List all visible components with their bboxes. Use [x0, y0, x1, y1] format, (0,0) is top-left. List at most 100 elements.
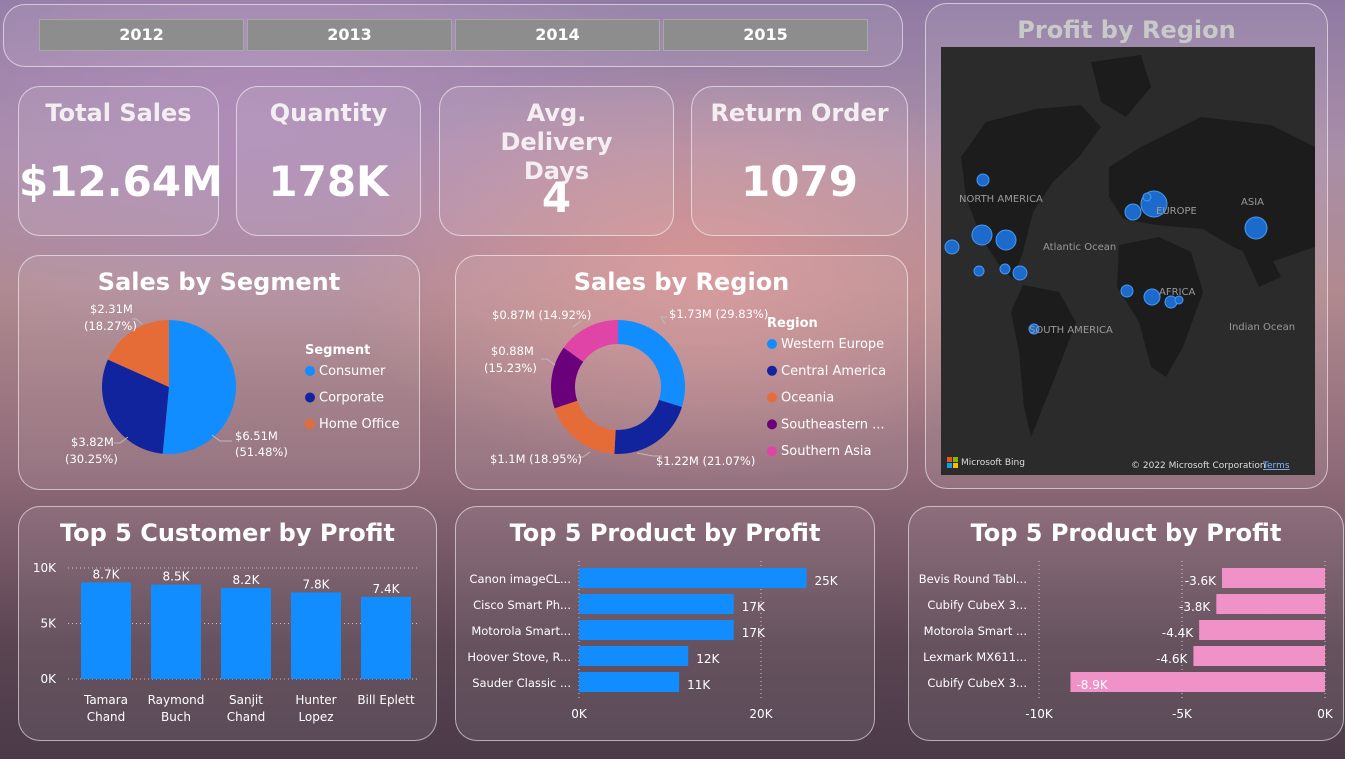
quantity-card: Quantity 178K: [236, 86, 421, 236]
bing-logo: [947, 457, 958, 468]
map-label-indian-ocean: Indian Ocean: [1229, 322, 1295, 333]
segment-label-home-office-pct: (18.27%): [84, 319, 137, 333]
bar-cubify-cubex-3[interactable]: [1216, 594, 1325, 614]
quantity-value: 178K: [268, 157, 389, 206]
bar-tamara-chand[interactable]: [81, 582, 131, 679]
x-tick-label: Raymond: [148, 693, 205, 707]
segment-pie: [101, 320, 237, 454]
y-tick-label: 0K: [40, 672, 57, 686]
total-sales-value: $12.64M: [19, 157, 223, 206]
bar-value-label: 8.2K: [233, 573, 261, 587]
legend-item-oceania[interactable]: Oceania: [781, 391, 834, 406]
x-tick-label: 20K: [749, 707, 773, 721]
slice-consumer[interactable]: [162, 320, 237, 454]
y-tick-label: Sauder Classic ...: [472, 676, 571, 690]
bar-cisco-smart-ph[interactable]: [579, 594, 734, 614]
region-label-1: $1.22M (21.07%): [656, 454, 755, 468]
region-label-0: $1.73M (29.83%): [669, 307, 768, 321]
bar-value-label: 25K: [815, 574, 839, 588]
segment-legend-title: Segment: [305, 343, 370, 358]
bar-motorola-smart[interactable]: [579, 620, 734, 640]
x-tick-label: 0K: [571, 707, 588, 721]
map-label-atlantic: Atlantic Ocean: [1043, 242, 1116, 253]
quantity-title: Quantity: [269, 99, 388, 127]
y-tick-label: Motorola Smart ...: [924, 624, 1027, 638]
bottom-product-chart: -10K -5K 0K Bevis Round Tabl... -3.6K Cubify …: [919, 561, 1334, 721]
y-tick-label: Bevis Round Tabl...: [919, 572, 1027, 586]
bar-hoover-stove-r[interactable]: [579, 646, 689, 666]
return-order-value: 1079: [741, 157, 858, 206]
x-tick-label: Lopez: [298, 710, 333, 724]
segment-label-corporate-value: $3.82M: [71, 435, 114, 449]
legend-item-corporate[interactable]: Corporate: [319, 391, 384, 406]
year-2015-button[interactable]: 2015: [663, 19, 868, 51]
year-2012-button[interactable]: 2012: [39, 19, 244, 51]
year-2013-button[interactable]: 2013: [247, 19, 452, 51]
bar-hunter-lopez[interactable]: [291, 592, 341, 679]
profit-map[interactable]: NORTH AMERICA EUROPE ASIA Atlantic Ocean…: [941, 47, 1315, 475]
bar-value-label: 17K: [742, 600, 766, 614]
bar-value-label: -8.9K: [1076, 678, 1108, 692]
legend-marker-western-europe: [767, 339, 777, 349]
bar-bevis-round-tabl[interactable]: [1222, 568, 1325, 588]
x-tick-label: Buch: [161, 710, 191, 724]
region-donut: [551, 320, 685, 454]
bar-value-label: -4.4K: [1162, 626, 1194, 640]
map-copyright: © 2022 Microsoft Corporation: [1131, 461, 1266, 471]
region-legend: Western Europe Central America Oceania Sout…: [767, 337, 886, 459]
slice-central-america[interactable]: [614, 399, 682, 454]
legend-item-southeastern[interactable]: Southeastern ...: [781, 417, 885, 432]
top-product-chart: 0K 20K Canon imageCL... 25K Cisco Smart Ph..…: [467, 561, 839, 721]
year-2014-button[interactable]: 2014: [455, 19, 660, 51]
bar-bill-eplett[interactable]: [361, 596, 411, 679]
map-label-europe: EUROPE: [1156, 206, 1197, 217]
bar-value-label: 7.8K: [303, 577, 331, 591]
y-tick-label: Canon imageCL...: [469, 572, 571, 586]
slice-oceania[interactable]: [554, 400, 616, 454]
legend-item-western-europe[interactable]: Western Europe: [781, 337, 884, 352]
legend-marker-southern-asia: [767, 446, 777, 457]
legend-item-consumer[interactable]: Consumer: [319, 364, 386, 379]
bar-sauder-classic[interactable]: [579, 672, 680, 692]
legend-marker-home-office: [305, 419, 315, 429]
bar-value-label: 11K: [687, 678, 711, 692]
bar-canon-imagecl[interactable]: [579, 568, 807, 588]
region-label-3: $0.88M: [491, 344, 534, 358]
y-tick-label: 10K: [33, 561, 57, 575]
total-sales-card: Total Sales $12.64M: [18, 86, 223, 236]
y-tick-label: Cisco Smart Ph...: [473, 598, 571, 612]
region-label-3-pct: (15.23%): [484, 361, 537, 375]
world-map-graphic: NORTH AMERICA EUROPE ASIA Atlantic Ocean…: [944, 55, 1315, 471]
bar-value-label: 12K: [696, 652, 720, 666]
bar-sanjit-chand[interactable]: [221, 587, 271, 679]
legend-item-southern-asia[interactable]: Southern Asia: [781, 444, 872, 459]
x-tick-label: Tamara: [83, 693, 128, 707]
legend-item-home-office[interactable]: Home Office: [319, 417, 399, 432]
segment-legend: Consumer Corporate Home Office: [305, 364, 399, 432]
bar-value-label: -3.8K: [1179, 600, 1211, 614]
map-terms-link[interactable]: Terms: [1262, 461, 1290, 471]
sales-by-region-chart: $1.73M (29.83%) $1.22M (21.07%) $1.1M (1…: [484, 307, 886, 468]
bar-motorola-smart[interactable]: [1199, 620, 1325, 640]
slice-western-europe[interactable]: [618, 320, 685, 408]
x-tick-label: Chand: [87, 710, 126, 724]
legend-marker-oceania: [767, 392, 777, 403]
legend-marker-consumer: [305, 366, 315, 376]
segment-label-corporate-pct: (30.25%): [65, 452, 118, 466]
bar-cubify-cubex-3[interactable]: [1070, 672, 1325, 692]
bar-raymond-buch[interactable]: [151, 584, 201, 679]
bar-value-label: 17K: [742, 626, 766, 640]
map-label-asia: ASIA: [1241, 197, 1264, 208]
map-attribution: Microsoft Bing: [961, 458, 1025, 468]
x-tick-label: Hunter: [295, 693, 336, 707]
region-legend-title: Region: [767, 316, 818, 331]
y-tick-label: Cubify CubeX 3...: [927, 676, 1027, 690]
x-tick-label: Sanjit: [229, 693, 263, 707]
sales-by-segment-chart: $6.51M (51.48%) $3.82M (30.25%) $2.31M (…: [65, 302, 399, 466]
delivery-days-value: 4: [541, 173, 572, 222]
map-label-north-america: NORTH AMERICA: [959, 194, 1043, 205]
region-label-4: $0.87M (14.92%): [492, 308, 591, 322]
legend-item-central-america[interactable]: Central America: [781, 364, 886, 379]
bar-lexmark-mx611[interactable]: [1193, 646, 1325, 666]
legend-marker-central-america: [767, 365, 777, 376]
